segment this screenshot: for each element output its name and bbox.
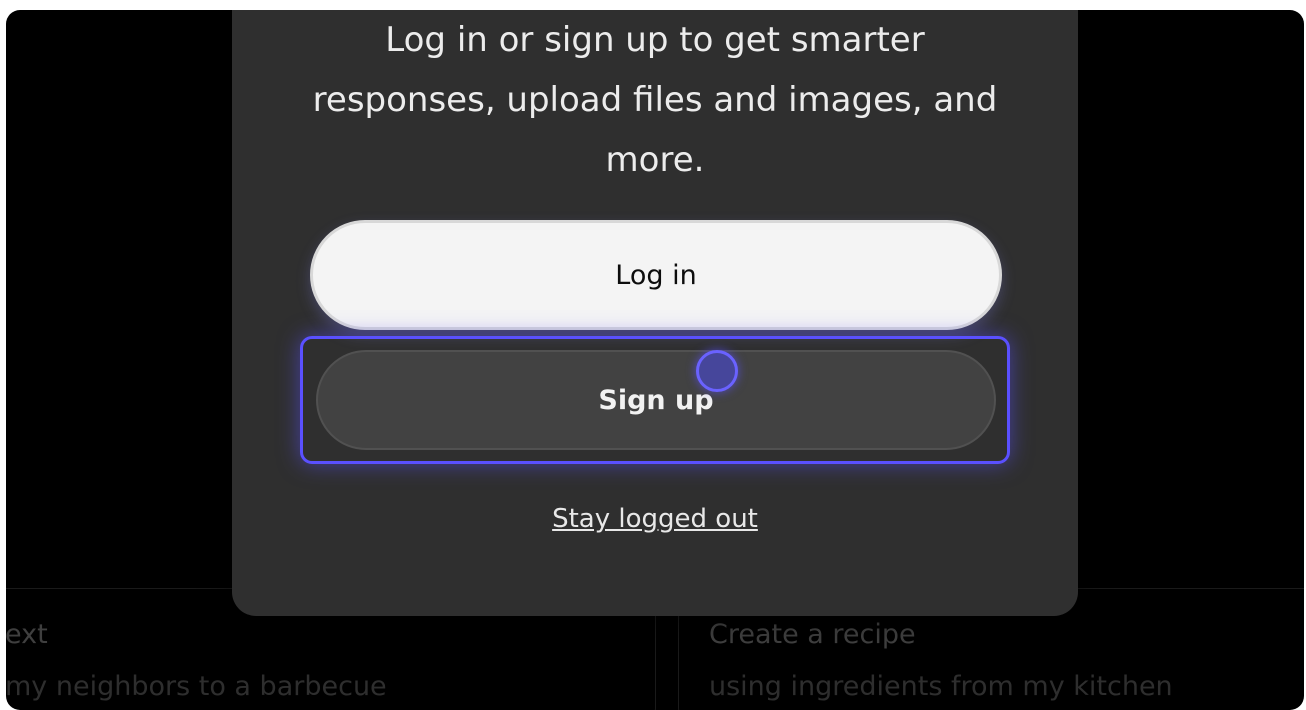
suggestion-card-title: ext [6, 619, 48, 650]
signup-button-label: Sign up [598, 384, 714, 416]
modal-message: Log in or sign up to get smarter respons… [312, 20, 998, 180]
signup-button[interactable]: Sign up [316, 350, 996, 450]
suggestion-card-title: Create a recipe [709, 619, 916, 650]
app-window: ext my neighbors to a barbecue Create a … [6, 10, 1304, 710]
suggestion-card-subtitle: my neighbors to a barbecue [6, 671, 387, 702]
cursor-indicator-icon [696, 350, 738, 392]
stay-logged-out-link[interactable]: Stay logged out [232, 504, 1078, 534]
login-button[interactable]: Log in [310, 220, 1002, 330]
login-modal: Log in or sign up to get smarter respons… [232, 10, 1078, 616]
suggestion-card-subtitle: using ingredients from my kitchen [709, 671, 1173, 702]
login-button-label: Log in [615, 259, 697, 291]
